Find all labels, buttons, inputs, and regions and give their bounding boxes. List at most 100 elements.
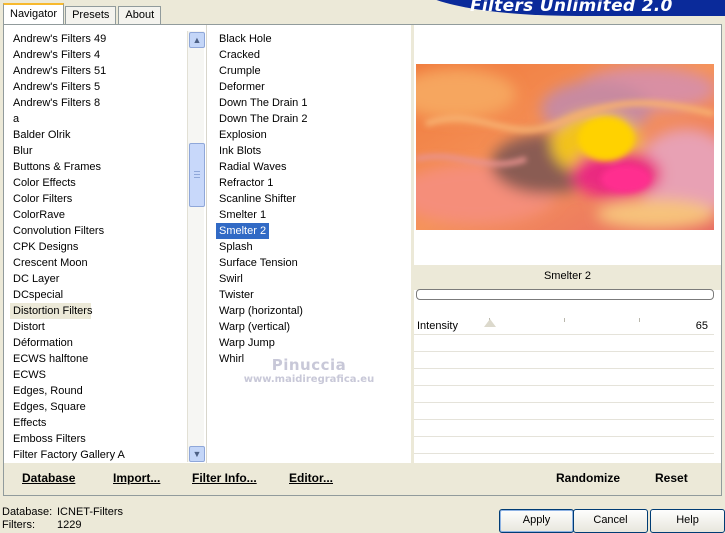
filter-list[interactable]: Black Hole Cracked Crumple Deformer Down The… (216, 31, 406, 463)
tab-about[interactable]: About (118, 6, 162, 24)
navigator-panel: Andrew's Filters 49 Andrew's Filters 4 And… (3, 24, 722, 496)
category-item[interactable]: Blur (10, 143, 186, 159)
category-item[interactable]: Andrew's Filters 4 (10, 47, 186, 63)
category-item[interactable]: Distortion Filters (10, 303, 92, 319)
preview-image[interactable] (416, 64, 714, 230)
category-item[interactable]: Emboss Filters (10, 431, 186, 447)
scroll-up-button[interactable]: ▲ (189, 32, 205, 48)
filter-item[interactable]: Twister (216, 287, 254, 303)
scroll-down-button[interactable]: ▼ (189, 446, 205, 462)
category-item[interactable]: ColorRave (10, 207, 186, 223)
category-scrollbar[interactable]: ▲ ▼ (187, 31, 205, 462)
filter-item[interactable]: Smelter 2 (216, 223, 270, 239)
category-item[interactable]: Déformation (10, 335, 186, 351)
filter-info-button[interactable]: Filter Info... (192, 471, 257, 485)
preview-pane: Smelter 2 Intensity 65 (414, 25, 721, 495)
preview-toolbar: Randomize Reset (414, 463, 721, 495)
navigator-toolbar: Database Import... Filter Info... Editor… (4, 463, 411, 495)
status-label: Filters: (2, 519, 35, 531)
category-item[interactable]: Andrew's Filters 49 (10, 31, 186, 47)
category-item[interactable]: Balder Olrik (10, 127, 186, 143)
category-item[interactable]: Edges, Square (10, 399, 186, 415)
import-button[interactable]: Import... (113, 471, 160, 485)
filter-item[interactable]: Swirl (216, 271, 243, 287)
category-list[interactable]: Andrew's Filters 49 Andrew's Filters 4 And… (10, 31, 186, 463)
filter-item[interactable]: Splash (216, 239, 253, 255)
tab-presets[interactable]: Presets (65, 6, 117, 24)
category-item[interactable]: Crescent Moon (10, 255, 186, 271)
filter-item[interactable]: Explosion (216, 127, 267, 143)
slider-tick (564, 318, 565, 322)
filter-item[interactable]: Surface Tension (216, 255, 298, 271)
filter-item[interactable]: Scanline Shifter (216, 191, 296, 207)
randomize-button[interactable]: Randomize (556, 471, 620, 485)
param-slot (414, 437, 714, 454)
apply-button[interactable]: Apply (499, 509, 574, 533)
param-slot (414, 420, 714, 437)
category-item[interactable]: Distort (10, 319, 186, 335)
brand-title: Filters Unlimited 2.0 (470, 0, 673, 16)
status-value: 1229 (57, 519, 82, 531)
filter-item[interactable]: Cracked (216, 47, 260, 63)
filter-item[interactable]: Ink Blots (216, 143, 261, 159)
filter-name-label: Smelter 2 (414, 265, 721, 290)
category-item[interactable]: DCspecial (10, 287, 186, 303)
category-item[interactable]: Andrew's Filters 51 (10, 63, 186, 79)
filter-item[interactable]: Refractor 1 (216, 175, 273, 191)
watermark-url: www.maidiregrafica.eu (243, 374, 375, 385)
category-item[interactable]: Color Filters (10, 191, 186, 207)
watermark: Pinuccia www.maidiregrafica.eu (239, 356, 379, 385)
status-value: ICNET-Filters (57, 506, 123, 518)
category-item[interactable]: Filter Factory Gallery A (10, 447, 186, 463)
category-item[interactable]: Edges, Round (10, 383, 186, 399)
grip-line (194, 177, 200, 178)
param-value: 65 (695, 320, 708, 332)
param-slot (414, 386, 714, 403)
status-database: Database: ICNET-Filters (2, 506, 123, 518)
tab-strip: Navigator Presets About (3, 3, 163, 24)
filter-item[interactable]: Black Hole (216, 31, 272, 47)
tab-navigator[interactable]: Navigator (3, 3, 65, 24)
category-item[interactable]: CPK Designs (10, 239, 186, 255)
category-item[interactable]: ECWS halftone (10, 351, 186, 367)
editor-button[interactable]: Editor... (289, 471, 333, 485)
category-item[interactable]: Effects (10, 415, 186, 431)
category-item[interactable]: a (10, 111, 186, 127)
category-item[interactable]: Buttons & Frames (10, 159, 186, 175)
param-slot (414, 352, 714, 369)
filter-item[interactable]: Deformer (216, 79, 265, 95)
scroll-thumb[interactable] (189, 143, 205, 207)
slider-thumb[interactable] (484, 319, 496, 327)
filter-item[interactable]: Smelter 1 (216, 207, 266, 223)
grip-line (194, 174, 200, 175)
filter-item[interactable]: Crumple (216, 63, 261, 79)
progress-bar (416, 289, 714, 300)
category-item[interactable]: Andrew's Filters 8 (10, 95, 186, 111)
filter-item[interactable]: Warp (vertical) (216, 319, 290, 335)
database-button[interactable]: Database (22, 471, 75, 485)
status-label: Database: (2, 506, 53, 518)
category-item[interactable]: Convolution Filters (10, 223, 186, 239)
param-intensity[interactable]: Intensity 65 (414, 318, 714, 335)
category-item[interactable]: Color Effects (10, 175, 186, 191)
category-item[interactable]: DC Layer (10, 271, 186, 287)
cancel-button[interactable]: Cancel (573, 509, 648, 533)
grip-line (194, 171, 200, 172)
help-button[interactable]: Help (650, 509, 725, 533)
param-slot (414, 403, 714, 420)
param-slot (414, 335, 714, 352)
filter-item[interactable]: Down The Drain 1 (216, 95, 307, 111)
divider (206, 25, 207, 463)
category-item[interactable]: ECWS (10, 367, 186, 383)
watermark-name: Pinuccia (271, 356, 347, 374)
param-slot (414, 369, 714, 386)
category-item[interactable]: Andrew's Filters 5 (10, 79, 186, 95)
status-filters: Filters: 1229 (2, 519, 81, 531)
filter-item[interactable]: Radial Waves (216, 159, 286, 175)
reset-button[interactable]: Reset (655, 471, 688, 485)
slider-tick (639, 318, 640, 322)
filter-item[interactable]: Warp (horizontal) (216, 303, 303, 319)
filter-item[interactable]: Down The Drain 2 (216, 111, 307, 127)
filter-item[interactable]: Warp Jump (216, 335, 275, 351)
param-label: Intensity (417, 320, 458, 332)
